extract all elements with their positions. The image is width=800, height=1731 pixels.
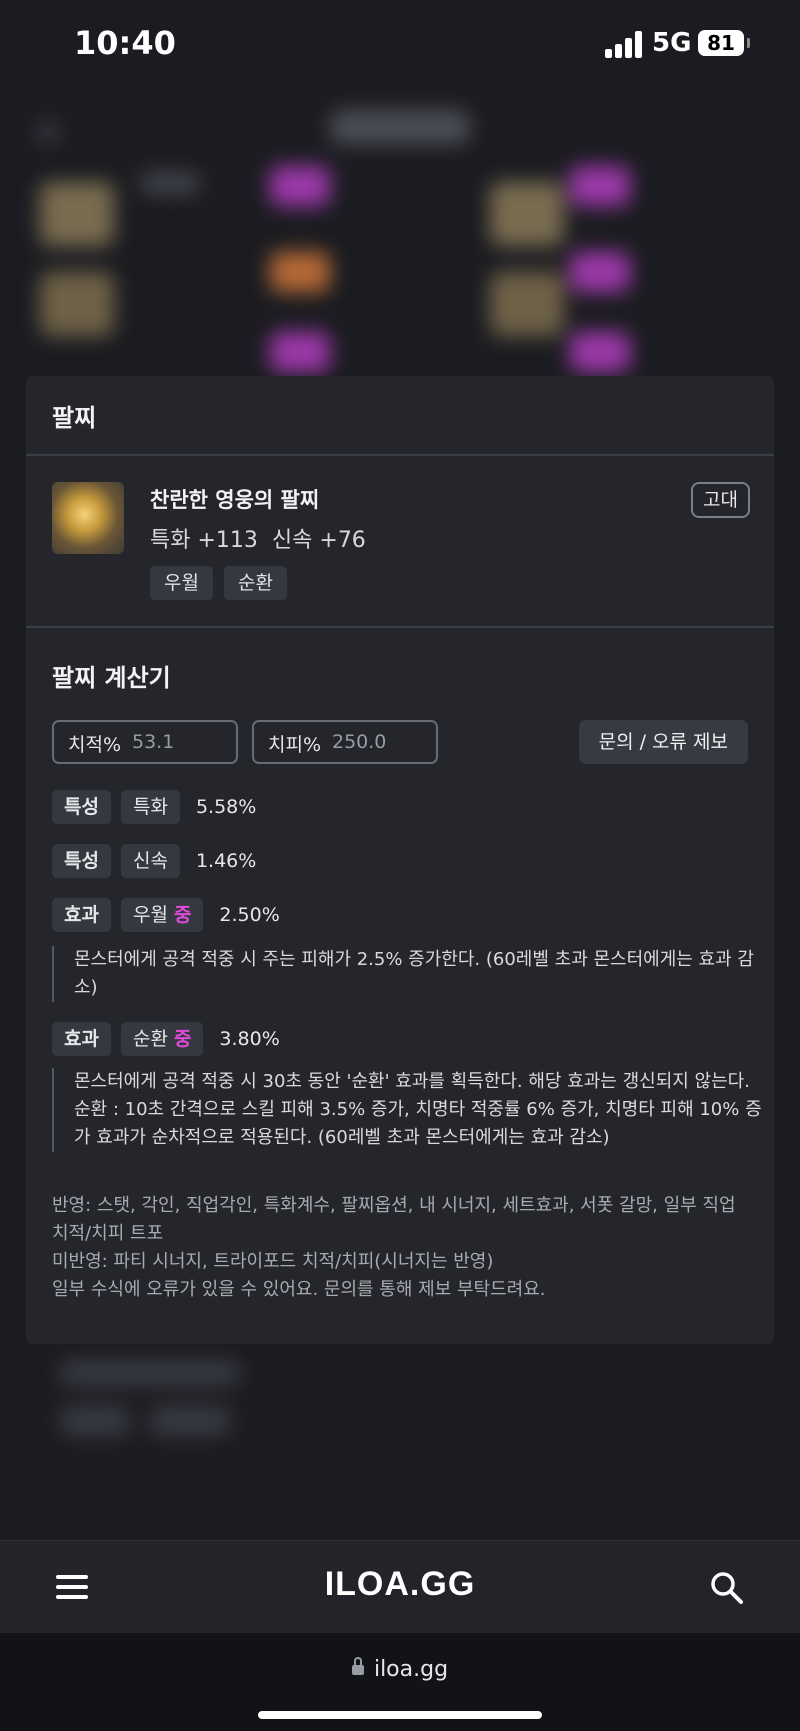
row-name-chip: 특화 — [120, 790, 180, 824]
bracelet-card: 팔찌 찬란한 영웅의 팔찌 특화 +113 신속 +76 우월 순환 고대 팔찌 … — [26, 376, 774, 1344]
home-indicator[interactable] — [258, 1711, 542, 1719]
network-type: 5G — [652, 28, 692, 58]
grade-badge: 고대 — [691, 482, 750, 518]
tag-circulation: 순환 — [224, 566, 287, 600]
crit-rate-label: 치적% — [68, 734, 122, 756]
row-name-chip: 우월 중 — [120, 898, 204, 932]
calc-row: 효과 우월 중 2.50% — [52, 898, 280, 932]
note-applied: 반영: 스탯, 각인, 직업각인, 특화계수, 팔찌옵션, 내 시너지, 세트효… — [52, 1195, 736, 1244]
item-stats: 특화 +113 신속 +76 — [150, 522, 366, 554]
lock-icon — [351, 1657, 364, 1675]
row-name-chip: 순환 중 — [120, 1022, 204, 1056]
section-title: 팔찌 — [52, 404, 97, 432]
row-type-chip: 효과 — [52, 898, 111, 932]
effect-name: 우월 — [132, 904, 168, 926]
crit-damage-input[interactable] — [332, 728, 427, 756]
effect-level: 중 — [173, 1028, 192, 1050]
calc-row: 특성 특화 5.58% — [52, 790, 256, 824]
search-icon[interactable] — [710, 1571, 744, 1605]
crit-rate-field[interactable]: 치적% — [52, 720, 238, 764]
note-not-applied: 미반영: 파티 시너지, 트라이포드 치적/치피(시너지는 반영) — [52, 1251, 494, 1272]
address-bar[interactable]: iloa.gg — [0, 1657, 800, 1682]
stat-specialization: 특화 +113 — [150, 528, 258, 553]
effect-description: 몬스터에게 공격 적중 시 30초 동안 '순환' 효과를 획득한다. 해당 효… — [52, 1068, 764, 1152]
report-button[interactable]: 문의 / 오류 제보 — [578, 720, 748, 764]
crit-damage-field[interactable]: 치피% — [252, 720, 438, 764]
crit-rate-input[interactable] — [132, 728, 227, 756]
site-logo[interactable]: ILOA.GG — [0, 1565, 800, 1604]
note-disclaimer: 일부 수식에 오류가 있을 수 있어요. 문의를 통해 제보 부탁드려요. — [52, 1279, 546, 1300]
divider — [26, 626, 774, 628]
blurred-background — [0, 92, 800, 382]
crit-damage-label: 치피% — [268, 734, 322, 756]
row-value: 5.58% — [195, 796, 257, 818]
battery-icon: 81 — [698, 30, 750, 56]
item-name: 찬란한 영웅의 팔찌 — [150, 488, 320, 512]
calc-row: 효과 순환 중 3.80% — [52, 1022, 280, 1056]
row-type-chip: 효과 — [52, 1022, 111, 1056]
calculator-title: 팔찌 계산기 — [52, 664, 171, 692]
bottom-nav: ILOA.GG — [0, 1540, 800, 1633]
stat-swiftness: 신속 +76 — [271, 528, 366, 553]
url-text: iloa.gg — [373, 1657, 449, 1682]
row-type-chip: 특성 — [52, 790, 111, 824]
signal-icon — [605, 30, 645, 58]
divider — [26, 454, 774, 456]
calculator-notes: 반영: 스탯, 각인, 직업각인, 특화계수, 팔찌옵션, 내 시너지, 세트효… — [52, 1192, 752, 1304]
tag-superiority: 우월 — [150, 566, 213, 600]
row-name-chip: 신속 — [120, 844, 180, 878]
status-bar: 10:40 5G 81 — [0, 0, 800, 92]
row-value: 2.50% — [219, 904, 280, 926]
browser-bar: iloa.gg — [0, 1633, 800, 1731]
blurred-background — [40, 1350, 380, 1460]
effect-level: 중 — [173, 904, 192, 926]
calc-row: 특성 신속 1.46% — [52, 844, 256, 878]
status-time: 10:40 — [74, 24, 176, 62]
row-value: 3.80% — [219, 1028, 280, 1050]
effect-description: 몬스터에게 공격 적중 시 주는 피해가 2.5% 증가한다. (60레벨 초과… — [52, 946, 764, 1002]
effect-name: 순환 — [132, 1028, 168, 1050]
row-type-chip: 특성 — [52, 844, 111, 878]
bracelet-icon — [52, 482, 124, 554]
row-value: 1.46% — [195, 850, 257, 872]
